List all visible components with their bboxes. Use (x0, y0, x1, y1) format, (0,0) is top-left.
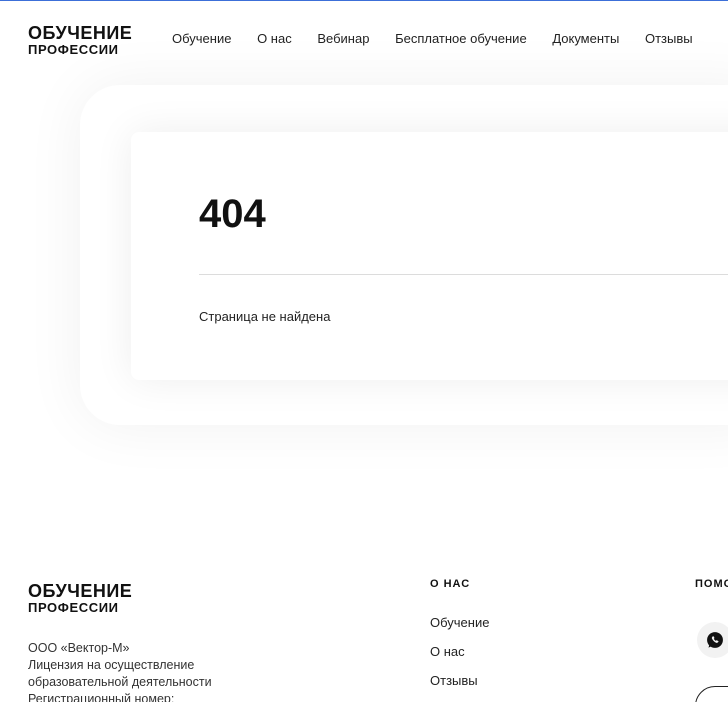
footer-about-title: О НАС (430, 578, 471, 590)
nav-item-webinar[interactable]: Вебинар (317, 31, 369, 46)
footer-link-learning[interactable]: Обучение (430, 615, 489, 644)
nav-item-documents[interactable]: Документы (552, 31, 619, 46)
nav-item-about[interactable]: О нас (257, 31, 292, 46)
site-header: ОБУЧЕНИЕ ПРОФЕССИИ Обучение О нас Вебина… (0, 0, 728, 80)
divider (199, 274, 728, 275)
company-info: ООО «Вектор-М» Лицензия на осуществление… (28, 640, 328, 702)
footer-link-reviews[interactable]: Отзывы (430, 673, 489, 702)
nav-item-learning[interactable]: Обучение (172, 31, 231, 46)
whatsapp-button[interactable] (697, 622, 728, 658)
footer-round-button[interactable] (695, 686, 728, 702)
footer-logo[interactable]: ОБУЧЕНИЕ ПРОФЕССИИ (28, 582, 132, 614)
error-message: Страница не найдена (199, 309, 331, 324)
nav-item-free-learning[interactable]: Бесплатное обучение (395, 31, 527, 46)
whatsapp-icon (707, 632, 723, 648)
registration-number: Регистрационный номер: (28, 692, 175, 702)
logo-line-1: ОБУЧЕНИЕ (28, 23, 133, 43)
error-card: 404 Страница не найдена (131, 132, 728, 380)
company-name: ООО «Вектор-М» (28, 641, 130, 655)
license-line-2: образовательной деятельности (28, 675, 212, 689)
license-line-1: Лицензия на осуществление (28, 658, 195, 672)
logo-line-2: ПРОФЕССИИ (28, 42, 119, 57)
footer-help-title: ПОМОЩЬ (695, 578, 728, 590)
main-nav: Обучение О нас Вебинар Бесплатное обучен… (172, 31, 715, 46)
footer-about-links: Обучение О нас Отзывы (430, 615, 489, 702)
page: ОБУЧЕНИЕ ПРОФЕССИИ Обучение О нас Вебина… (0, 0, 728, 702)
error-code: 404 (199, 192, 266, 236)
nav-item-reviews[interactable]: Отзывы (645, 31, 693, 46)
header-logo[interactable]: ОБУЧЕНИЕ ПРОФЕССИИ (28, 24, 132, 56)
footer-logo-line-2: ПРОФЕССИИ (28, 600, 119, 615)
footer-link-about[interactable]: О нас (430, 644, 489, 673)
footer-logo-line-1: ОБУЧЕНИЕ (28, 581, 133, 601)
